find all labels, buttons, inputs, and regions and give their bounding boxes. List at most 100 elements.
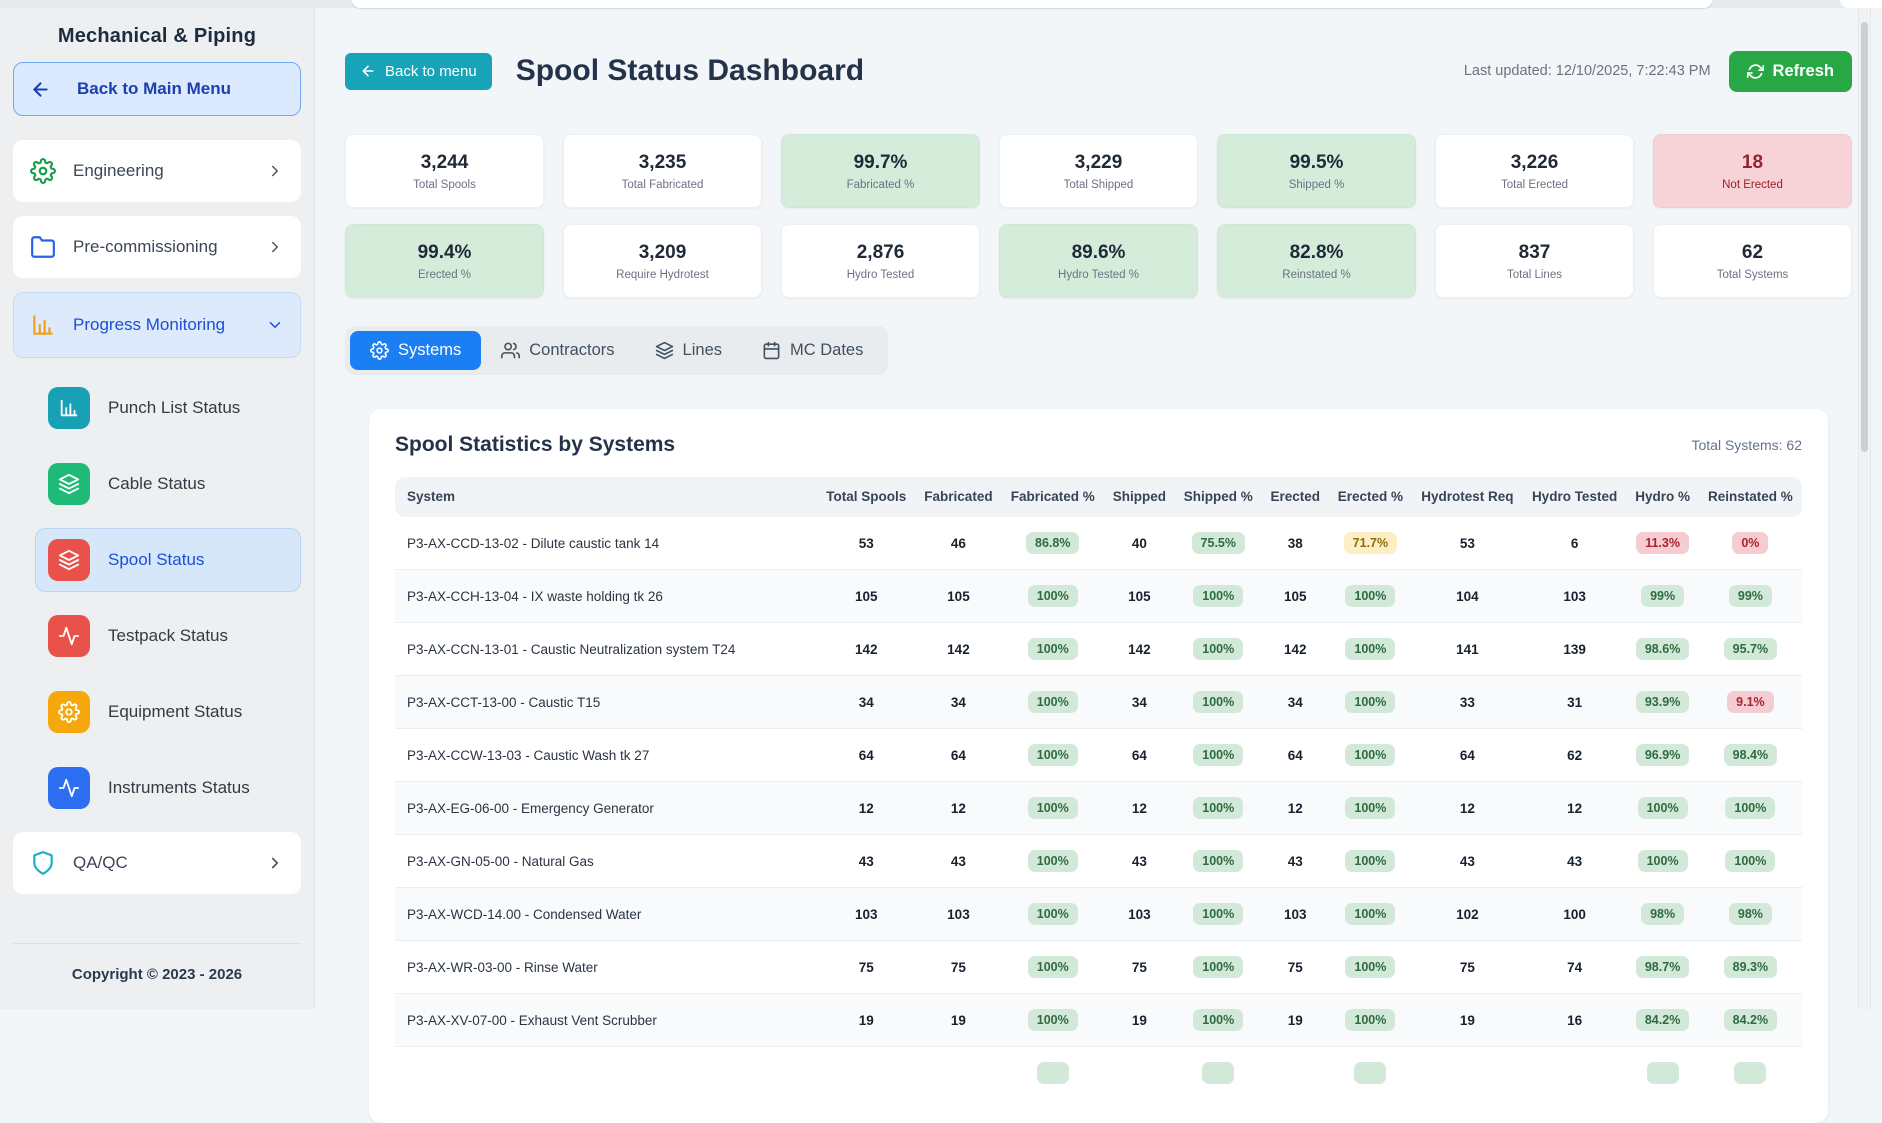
sidebar-item-pre-commissioning[interactable]: Pre-commissioning [13, 216, 301, 278]
sidebar-item-qa-qc[interactable]: QA/QC [13, 832, 301, 894]
stat-value: 99.7% [854, 152, 908, 174]
value-cell: 19 [915, 994, 1001, 1047]
percent-badge: 99% [1641, 585, 1684, 607]
column-header-fabricated: Fabricated [915, 477, 1001, 517]
percent-badge: 75.5% [1192, 532, 1245, 554]
tab-contractors[interactable]: Contractors [481, 331, 634, 370]
stat-value: 3,226 [1511, 152, 1559, 174]
value-cell: 100% [1329, 729, 1412, 782]
value-cell [1262, 1047, 1329, 1100]
value-cell: 103 [1104, 888, 1175, 941]
value-cell: 100% [1175, 941, 1262, 994]
percent-badge: 100% [1028, 797, 1078, 819]
refresh-button[interactable]: Refresh [1729, 51, 1852, 92]
value-cell: 100% [1175, 782, 1262, 835]
system-name-cell: P3-AX-XV-07-00 - Exhaust Vent Scrubber [395, 994, 817, 1047]
percent-badge: 98% [1729, 903, 1772, 925]
table-row: P3-AX-GN-05-00 - Natural Gas4343100%4310… [395, 835, 1802, 888]
stat-value: 3,244 [421, 152, 469, 174]
stat-card-total-erected: 3,226Total Erected [1435, 134, 1634, 208]
value-cell: 64 [817, 729, 915, 782]
value-cell: 100% [1175, 570, 1262, 623]
bar-chart-icon-tile [48, 387, 90, 429]
chevron-right-icon [266, 854, 284, 872]
sidebar-item-punch-list-status[interactable]: Punch List Status [35, 376, 301, 440]
page-title: Spool Status Dashboard [516, 54, 864, 88]
value-cell: 103 [817, 888, 915, 941]
scrollbar-thumb[interactable] [1861, 22, 1868, 452]
value-cell: 142 [1262, 623, 1329, 676]
percent-badge: 98.4% [1724, 744, 1777, 766]
value-cell: 99% [1699, 570, 1802, 623]
column-header-hydrotest-req: Hydrotest Req [1412, 477, 1523, 517]
browser-chrome-remnant [0, 0, 1882, 8]
percent-badge: 100% [1193, 797, 1243, 819]
stat-card-total-fabricated: 3,235Total Fabricated [563, 134, 762, 208]
value-cell: 64 [1412, 729, 1523, 782]
sidebar-item-spool-status[interactable]: Spool Status [35, 528, 301, 592]
value-cell: 43 [1523, 835, 1627, 888]
stat-card-require-hydrotest: 3,209Require Hydrotest [563, 224, 762, 298]
sidebar-item-instruments-status[interactable]: Instruments Status [35, 756, 301, 820]
value-cell: 100% [1002, 729, 1104, 782]
value-cell [1626, 1047, 1698, 1100]
percent-badge: 100% [1028, 744, 1078, 766]
percent-badge [1037, 1062, 1069, 1084]
sidebar-item-label: Testpack Status [108, 626, 228, 646]
value-cell: 19 [1262, 994, 1329, 1047]
stat-card-total-shipped: 3,229Total Shipped [999, 134, 1198, 208]
percent-badge: 100% [1028, 585, 1078, 607]
sidebar-item-label: Spool Status [108, 550, 204, 570]
tab-label: Contractors [529, 341, 614, 360]
sidebar-item-testpack-status[interactable]: Testpack Status [35, 604, 301, 668]
back-to-main-menu-button[interactable]: Back to Main Menu [13, 62, 301, 116]
tab-mc-dates[interactable]: MC Dates [742, 331, 883, 370]
table-row: P3-AX-CCT-13-00 - Caustic T153434100%341… [395, 676, 1802, 729]
bar-chart-icon [58, 397, 80, 419]
value-cell: 95.7% [1699, 623, 1802, 676]
sidebar-item-engineering[interactable]: Engineering [13, 140, 301, 202]
value-cell: 64 [1262, 729, 1329, 782]
gear-icon [370, 341, 389, 360]
percent-badge: 100% [1345, 691, 1395, 713]
gear-icon [30, 158, 56, 184]
column-header-fabricated: Fabricated % [1002, 477, 1104, 517]
stat-card-hydro-tested: 2,876Hydro Tested [781, 224, 980, 298]
value-cell: 84.2% [1626, 994, 1698, 1047]
value-cell [1002, 1047, 1104, 1100]
bar-chart-icon [30, 312, 56, 338]
sidebar-item-cable-status[interactable]: Cable Status [35, 452, 301, 516]
value-cell: 43 [1412, 835, 1523, 888]
percent-badge: 100% [1345, 744, 1395, 766]
percent-badge: 100% [1345, 956, 1395, 978]
layers-icon-tile [48, 463, 90, 505]
sidebar-item-progress-monitoring[interactable]: Progress Monitoring [13, 292, 301, 358]
value-cell: 100% [1175, 888, 1262, 941]
value-cell: 12 [915, 782, 1001, 835]
tab-lines[interactable]: Lines [635, 331, 742, 370]
value-cell: 102 [1412, 888, 1523, 941]
value-cell: 100% [1329, 570, 1412, 623]
page-scrollbar[interactable] [1858, 8, 1871, 1009]
stat-label: Not Erected [1722, 179, 1783, 191]
back-to-menu-button[interactable]: Back to menu [345, 53, 492, 90]
header-right: Last updated: 12/10/2025, 7:22:43 PM Ref… [1464, 51, 1852, 92]
sidebar-item-equipment-status[interactable]: Equipment Status [35, 680, 301, 744]
stat-value: 99.5% [1290, 152, 1344, 174]
gear-icon-wrap [30, 158, 56, 184]
table-row [395, 1047, 1802, 1100]
column-header-shipped: Shipped % [1175, 477, 1262, 517]
refresh-icon [1747, 63, 1764, 80]
value-cell: 34 [915, 676, 1001, 729]
value-cell: 141 [1412, 623, 1523, 676]
value-cell: 100% [1329, 888, 1412, 941]
percent-badge: 100% [1193, 850, 1243, 872]
value-cell [1175, 1047, 1262, 1100]
table-header-row: Spool Statistics by Systems Total System… [395, 433, 1802, 457]
tab-systems[interactable]: Systems [350, 331, 481, 370]
stat-label: Reinstated % [1282, 269, 1350, 281]
system-name-cell: P3-AX-CCD-13-02 - Dilute caustic tank 14 [395, 517, 817, 570]
tab-label: Systems [398, 341, 461, 360]
value-cell [1412, 1047, 1523, 1100]
stat-card-not-erected: 18Not Erected [1653, 134, 1852, 208]
